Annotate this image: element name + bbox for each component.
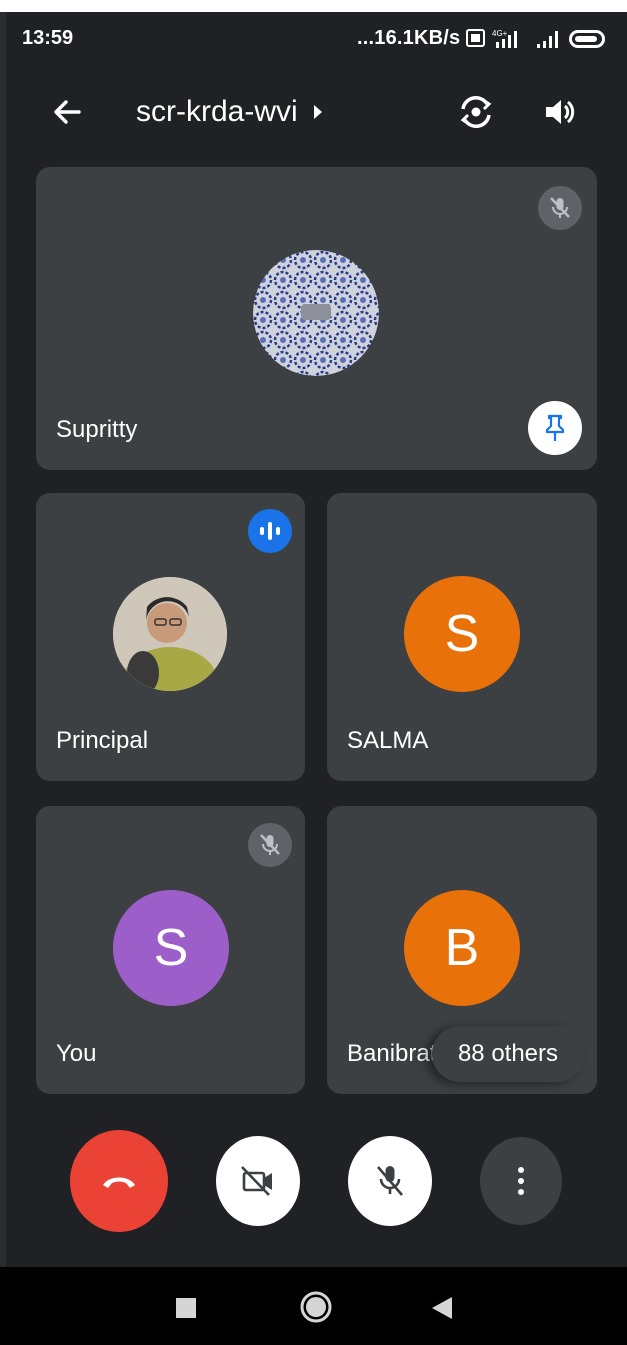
participant-tile-you[interactable]: S You <box>36 806 305 1094</box>
participant-name: Principal <box>56 727 149 754</box>
meeting-header: scr-krda-wvi <box>0 75 627 147</box>
back-nav-icon[interactable] <box>430 1295 454 1321</box>
avatar-pattern-image <box>253 250 379 376</box>
camera-toggle-button[interactable] <box>216 1136 300 1226</box>
pin-button[interactable] <box>528 401 582 455</box>
signal-icon <box>537 31 558 48</box>
signal-4g-icon: 4G+ <box>492 29 517 48</box>
end-call-button[interactable] <box>70 1130 168 1232</box>
participant-name: You <box>56 1040 97 1067</box>
battery-icon <box>569 30 605 48</box>
switch-camera-button[interactable] <box>452 88 500 136</box>
participant-tile-salma[interactable]: S SALMA <box>327 493 597 781</box>
audio-level-icon <box>260 522 280 540</box>
top-edge <box>0 0 627 12</box>
meeting-code: scr-krda-wvi <box>136 95 298 128</box>
home-icon[interactable] <box>298 1289 334 1325</box>
others-participants-chip[interactable]: 88 others <box>432 1026 584 1082</box>
switch-camera-icon <box>460 96 492 128</box>
mic-toggle-button[interactable] <box>348 1136 432 1226</box>
network-speed: ...16.1KB/s <box>357 27 461 49</box>
participant-name: Banibrat <box>347 1040 437 1067</box>
participant-name: Supritty <box>56 416 138 443</box>
avatar-letter: S <box>404 576 520 692</box>
mic-off-icon <box>550 197 570 218</box>
speaker-button[interactable] <box>536 88 584 136</box>
left-edge <box>0 12 6 1267</box>
pin-icon <box>545 414 565 441</box>
mic-muted-indicator <box>248 823 292 867</box>
participant-name: SALMA <box>347 727 429 754</box>
speaker-icon <box>546 100 575 124</box>
avatar-image <box>253 250 379 376</box>
speaking-indicator <box>248 509 292 553</box>
android-navigation-bar <box>0 1267 627 1345</box>
avatar-letter: B <box>404 890 520 1006</box>
svg-text:4G+: 4G+ <box>492 29 508 38</box>
mic-off-icon <box>260 834 280 855</box>
status-bar: 13:59 ...16.1KB/s 4G+ <box>0 12 627 60</box>
participant-tile-principal[interactable]: Principal <box>36 493 305 781</box>
back-button[interactable] <box>44 89 90 135</box>
status-time: 13:59 <box>22 27 74 49</box>
mic-muted-indicator <box>538 186 582 230</box>
participant-tile-supritty[interactable]: Supritty <box>36 167 597 470</box>
meet-call-screen: 13:59 ...16.1KB/s 4G+ scr-krda-wvi Supri… <box>0 0 627 1345</box>
hang-up-icon <box>103 1177 135 1188</box>
volte-icon <box>466 29 485 47</box>
chevron-right-icon <box>313 105 322 119</box>
person-photo-icon <box>113 577 227 691</box>
back-arrow-icon <box>54 100 81 124</box>
mic-off-icon <box>377 1166 403 1196</box>
more-vert-icon <box>518 1167 524 1195</box>
camera-off-icon <box>241 1166 272 1196</box>
avatar-photo <box>113 577 227 691</box>
more-options-button[interactable] <box>480 1137 562 1225</box>
meeting-info-button[interactable]: scr-krda-wvi <box>136 95 324 129</box>
avatar-letter: S <box>113 890 229 1006</box>
recents-icon[interactable] <box>175 1297 197 1319</box>
